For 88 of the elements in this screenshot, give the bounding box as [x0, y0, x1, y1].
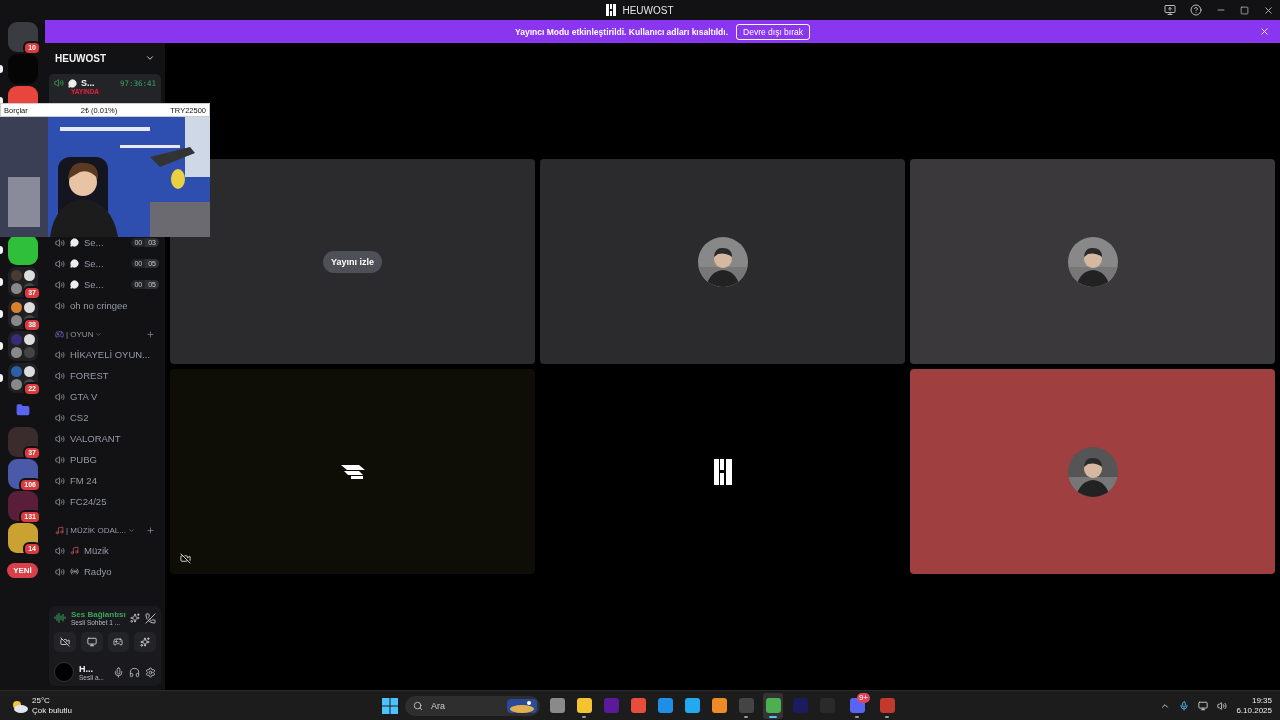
mic-icon[interactable]: [1179, 700, 1190, 711]
voice-channel[interactable]: VALORANT: [45, 428, 165, 449]
logo-icon: [606, 4, 617, 16]
notification-badge: 9+: [856, 692, 870, 703]
logo-icon: [340, 464, 365, 479]
speaker-icon: [55, 279, 65, 290]
screen-share-button[interactable]: [80, 632, 103, 652]
speaker-icon: [55, 433, 65, 444]
music-icon: [55, 525, 64, 535]
chat-icon: [68, 78, 77, 88]
network-icon[interactable]: [1198, 700, 1209, 711]
cloudy-weather-icon: [10, 698, 28, 713]
camera-button[interactable]: [54, 632, 76, 652]
speaker-icon: [55, 412, 65, 423]
taskbar-app[interactable]: [763, 692, 783, 719]
speaker-icon: [55, 496, 65, 507]
screen-share-icon[interactable]: [1164, 4, 1176, 16]
temperature: 25°C: [32, 695, 51, 706]
monitor-icon: [86, 637, 97, 647]
search-icon: [413, 700, 423, 711]
mic-icon[interactable]: [113, 666, 124, 678]
speaker-icon: [55, 391, 65, 402]
new-badge: YENİ: [7, 562, 38, 578]
speaker-icon: [55, 300, 65, 311]
server-header[interactable]: HEUWOST: [45, 43, 165, 73]
folder-icon[interactable]: [15, 403, 30, 417]
taskbar-app[interactable]: 9+: [844, 692, 870, 719]
voice-channel[interactable]: FC24/25: [45, 491, 165, 512]
gamepad-icon: [113, 637, 124, 647]
speaker-icon: [55, 237, 65, 248]
close-icon[interactable]: [1259, 26, 1270, 37]
speaker-icon: [55, 475, 65, 486]
radio-icon: [70, 567, 79, 576]
channel-name: S...: [81, 78, 95, 88]
weather-text: Çok bulutlu: [32, 705, 73, 716]
speaker-icon: [55, 545, 65, 556]
voice-channel[interactable]: HİKAYELİ OYUN...: [45, 344, 165, 365]
voice-channel[interactable]: FM 24: [45, 470, 165, 491]
music-icon: [70, 546, 79, 555]
chevron-icon: [95, 330, 103, 338]
add-channel-icon[interactable]: [146, 329, 155, 339]
search-field[interactable]: Ara: [429, 699, 501, 712]
clock-date: 6.10.2025: [1236, 705, 1272, 716]
help-icon[interactable]: [1190, 4, 1202, 16]
voice-channel[interactable]: Radyo: [45, 561, 165, 582]
banner-text: Yayıncı Modu etkinleştirildi. Kullanıcı adları kısaltıldı.: [515, 26, 728, 37]
voice-channel[interactable]: PUBG: [45, 449, 165, 470]
search-bar[interactable]: Ara: [405, 695, 540, 716]
voice-channel[interactable]: Müzik: [45, 540, 165, 561]
volume-icon[interactable]: [1217, 700, 1228, 711]
chevron-icon: [127, 526, 135, 534]
watch-stream-button[interactable]: Yayını izle: [323, 250, 382, 273]
speaker-icon: [55, 566, 65, 577]
speaker-icon: [55, 370, 65, 381]
sparkles-icon: [140, 637, 151, 647]
start-icon[interactable]: [382, 697, 398, 714]
voice-channel[interactable]: CS2: [45, 407, 165, 428]
soundboard-button[interactable]: [134, 632, 156, 652]
category-header[interactable]: | OYUN: [66, 329, 94, 339]
server-folder[interactable]: [7, 299, 38, 329]
speaker-icon: [55, 258, 65, 269]
speaker-icon: [54, 78, 64, 88]
speaker-icon: [55, 349, 65, 360]
chevron-icon: [145, 53, 155, 63]
camera-off-icon: [59, 637, 70, 647]
user-avatar: [54, 662, 74, 682]
add-channel-icon[interactable]: [146, 525, 155, 535]
server-folder[interactable]: [7, 267, 38, 297]
connection-status: Ses Bağlantısı: [71, 610, 125, 619]
headphones-icon[interactable]: [129, 666, 140, 678]
speaker-icon: [55, 454, 65, 465]
activity-button[interactable]: [107, 632, 130, 652]
disable-button[interactable]: Devre dışı bırak: [736, 23, 810, 40]
voice-channel[interactable]: oh no cringee: [45, 295, 165, 316]
maximize-button[interactable]: [1240, 5, 1249, 15]
voice-channel[interactable]: FOREST: [45, 365, 165, 386]
logo-icon: [713, 458, 732, 485]
server-folder[interactable]: [7, 363, 38, 393]
close-button[interactable]: [1263, 4, 1274, 16]
disconnect-icon[interactable]: [145, 612, 156, 624]
category-header[interactable]: | MÜZİK ODAL...: [66, 525, 126, 535]
settings-icon[interactable]: [145, 666, 156, 678]
voice-channel[interactable]: GTA V: [45, 386, 165, 407]
clock-time: 19:35: [1251, 695, 1272, 706]
window-title: HEUWOST: [622, 4, 674, 16]
gamepad-icon: [55, 329, 64, 339]
server-folder[interactable]: [7, 331, 38, 361]
user-name: H...: [79, 663, 94, 674]
